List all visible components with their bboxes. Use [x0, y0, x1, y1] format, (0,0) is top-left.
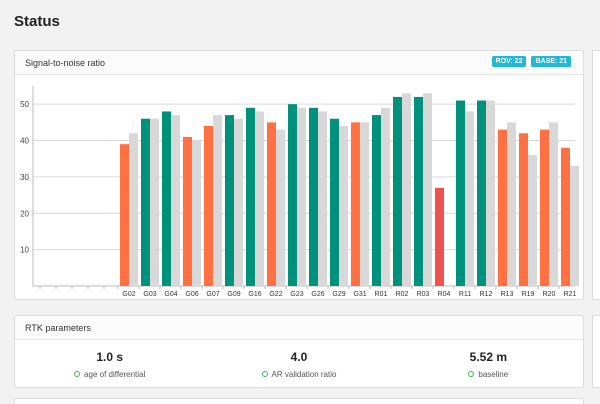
x-tick-label: G07: [206, 291, 219, 298]
x-tick-label: R04: [438, 291, 451, 298]
rover-count-badge[interactable]: ROV: 22: [491, 56, 527, 67]
x-tick-label: R21: [564, 291, 577, 298]
base-bar: [549, 122, 558, 286]
base-bar: [339, 126, 348, 286]
rover-bar: [477, 100, 486, 286]
ar-validation-ratio-label: AR validation ratio: [271, 369, 337, 379]
base-bar: [402, 93, 411, 286]
rtk-card-header: RTK parameters: [15, 316, 583, 340]
snr-card: Signal-to-noise ratio ROV: 22 BASE: 21 1…: [14, 50, 584, 300]
base-count-badge[interactable]: BASE: 21: [531, 56, 571, 67]
x-tick-label: R01: [375, 291, 388, 298]
base-bar: [192, 140, 201, 286]
base-bar: [486, 100, 495, 286]
base-bar: [297, 107, 306, 287]
base-bar: [213, 115, 222, 286]
side-panel-edge: [592, 50, 600, 300]
rover-bar: [414, 96, 423, 286]
rtk-item-ar-ratio: 4.0 AR validation ratio: [204, 350, 393, 379]
status-dot-icon: [468, 371, 475, 377]
y-tick-label: 30: [20, 173, 29, 182]
status-dot-icon: [74, 371, 81, 377]
rover-bar: [435, 187, 444, 286]
x-tick-label: G23: [290, 291, 303, 298]
base-bar: [171, 115, 180, 286]
base-bar: [234, 118, 243, 287]
rtk-item-age: 1.0 s age of differential: [15, 350, 204, 379]
page-title: Status: [14, 13, 60, 30]
x-tick-label: G06: [185, 291, 198, 298]
baseline-value: 5.52 m: [469, 349, 507, 364]
age-of-differential-label: age of differential: [84, 369, 146, 379]
x-tick-label: R12: [480, 291, 493, 298]
ar-validation-ratio-value: 4.0: [290, 349, 308, 364]
baseline-label: baseline: [478, 369, 509, 379]
rover-bar: [162, 111, 171, 286]
base-bar: [360, 122, 369, 286]
rtk-values: 1.0 s age of differential 4.0 AR validat…: [15, 340, 583, 388]
rover-bar: [456, 100, 465, 286]
x-tick-label: R19: [522, 291, 535, 298]
rover-bar: [330, 118, 339, 287]
rover-bar: [372, 115, 381, 286]
rover-bar: [204, 126, 213, 286]
x-tick-label: G31: [353, 291, 366, 298]
x-tick-label: G26: [311, 291, 324, 298]
x-tick-label: G09: [227, 291, 240, 298]
rover-bar: [393, 96, 402, 286]
base-bar: [465, 111, 474, 286]
x-tick-label: G02: [122, 291, 135, 298]
rover-bar: [225, 115, 234, 286]
rover-bar: [309, 107, 318, 287]
rtk-item-baseline: 5.52 m baseline: [394, 350, 583, 379]
rover-bar: [561, 147, 570, 286]
rover-bar: [351, 122, 360, 286]
base-bar: [381, 107, 390, 287]
x-tick-label: R20: [543, 291, 556, 298]
x-tick-label: G29: [332, 291, 345, 298]
base-bar: [150, 118, 159, 287]
rover-bar: [246, 107, 255, 287]
base-bar: [318, 111, 327, 286]
age-of-differential-value: 1.0 s: [96, 349, 124, 364]
y-tick-label: 50: [20, 100, 29, 109]
next-card: [14, 398, 584, 404]
y-tick-label: 40: [20, 137, 29, 146]
x-tick-label: G22: [269, 291, 282, 298]
rover-bar: [267, 122, 276, 286]
rtk-card: RTK parameters 1.0 s age of differential…: [14, 315, 584, 388]
rover-bar: [120, 144, 129, 286]
rover-bar: [519, 133, 528, 286]
x-tick-label: R11: [459, 291, 471, 298]
x-tick-label: G04: [164, 291, 177, 298]
rover-bar: [183, 136, 192, 286]
x-tick-label: G16: [248, 291, 261, 298]
snr-title: Signal-to-noise ratio: [25, 57, 106, 68]
snr-chart: 10 20 30 40 50 G02 G03 G04 G06 G07 G09 G16 G22 G23 G26…: [20, 86, 579, 298]
rover-bar: [498, 129, 507, 286]
x-tick-label: G03: [143, 291, 156, 298]
base-bar: [528, 155, 537, 286]
y-tick-label: 10: [20, 246, 29, 255]
side-panel-edge: [592, 315, 600, 388]
rtk-title: RTK parameters: [25, 322, 91, 333]
rover-bar: [141, 118, 150, 287]
x-tick-label: R03: [417, 291, 430, 298]
base-bar: [255, 111, 264, 286]
rover-bar: [540, 129, 549, 286]
base-bar: [570, 166, 579, 286]
base-bar: [507, 122, 516, 286]
base-bar: [276, 129, 285, 286]
status-dot-icon: [261, 371, 268, 377]
base-bar: [129, 133, 138, 286]
satellite-count-badges: ROV: 22 BASE: 21: [491, 56, 571, 67]
rover-bar: [288, 104, 297, 286]
x-tick-label: R13: [501, 291, 514, 298]
x-tick-label: R02: [396, 291, 409, 298]
y-tick-label: 20: [20, 209, 29, 218]
base-bar: [423, 93, 432, 286]
